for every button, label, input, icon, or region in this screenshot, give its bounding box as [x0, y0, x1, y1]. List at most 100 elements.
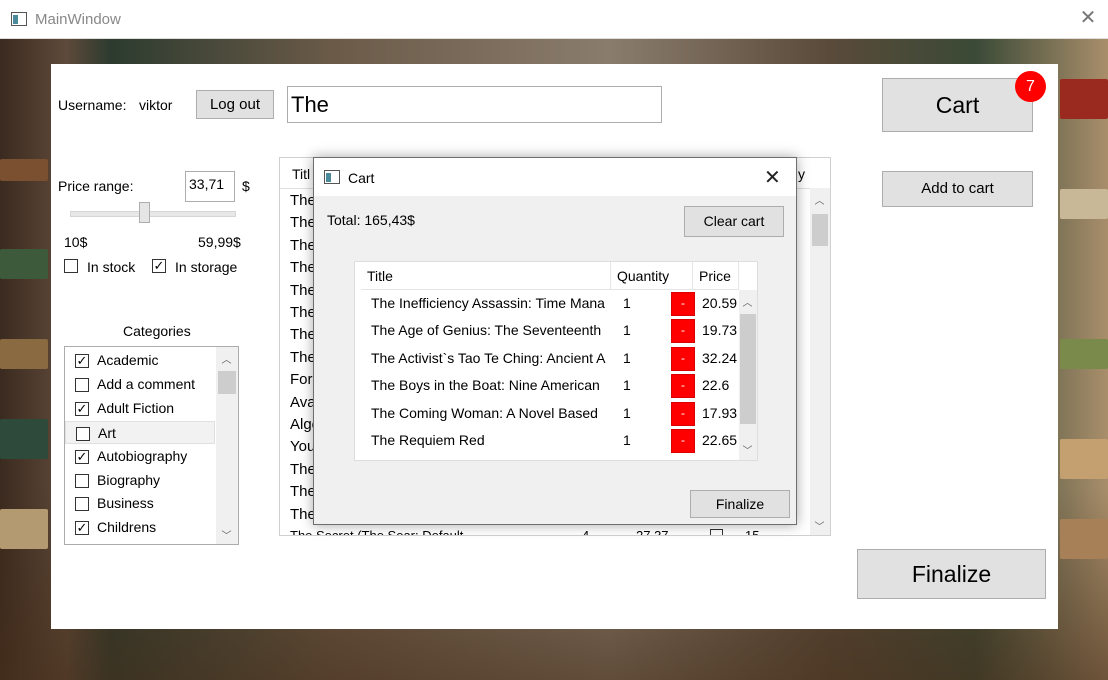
- remove-item-button[interactable]: -: [671, 292, 695, 316]
- books-grid-row[interactable]: The: [290, 192, 316, 209]
- remove-item-button[interactable]: -: [671, 429, 695, 453]
- in-storage-checkbox[interactable]: ✓: [152, 259, 166, 273]
- books-grid-scrollbar[interactable]: ︿ ﹀: [810, 188, 830, 535]
- window-close-icon[interactable]: ✕: [1078, 8, 1098, 28]
- books-grid-row[interactable]: The: [290, 461, 316, 478]
- books-grid-row[interactable]: The: [290, 304, 316, 321]
- cart-row-price: 22.65: [702, 432, 738, 448]
- categories-label: Categories: [123, 323, 191, 339]
- category-item[interactable]: ✓ Academic: [65, 349, 215, 372]
- category-item[interactable]: ✓ Autobiography: [65, 445, 215, 468]
- remove-item-button[interactable]: -: [671, 346, 695, 371]
- remove-item-button[interactable]: -: [671, 374, 695, 399]
- price-input[interactable]: 33,71: [185, 171, 235, 202]
- cart-button[interactable]: Cart: [882, 78, 1033, 132]
- clear-cart-button[interactable]: Clear cart: [684, 206, 784, 237]
- books-grid-row[interactable]: You: [290, 438, 315, 455]
- cart-row-title: The Inefficiency Assassin: Time Mana: [371, 295, 605, 311]
- price-slider-track[interactable]: [70, 211, 236, 217]
- books-grid-row[interactable]: The: [290, 483, 316, 500]
- cart-scroll-up-icon[interactable]: ︿: [739, 294, 756, 309]
- category-checkbox[interactable]: [76, 426, 90, 441]
- books-grid-row[interactable]: Ava: [290, 394, 316, 411]
- cart-scroll-thumb[interactable]: [740, 314, 756, 424]
- partial-row-stock: 15: [745, 528, 760, 536]
- cart-col-quantity[interactable]: Quantity: [611, 262, 693, 290]
- cart-row[interactable]: The Boys in the Boat: Nine American 1 -22.…: [361, 372, 741, 399]
- cart-row-quantity: 1: [623, 349, 631, 366]
- app-icon: [11, 12, 27, 26]
- cart-grid-scrollbar[interactable]: ︿ ﹀: [739, 290, 757, 460]
- cart-row-title: The Coming Woman: A Novel Based: [371, 404, 598, 421]
- category-item[interactable]: Biography: [65, 469, 215, 492]
- books-grid-row[interactable]: The: [290, 326, 316, 343]
- category-label: Business: [97, 495, 154, 512]
- scroll-down-icon[interactable]: ﹀: [218, 527, 235, 542]
- cart-count-badge: 7: [1015, 71, 1046, 102]
- cart-row-title: The Boys in the Boat: Nine American: [371, 377, 600, 394]
- cart-finalize-button[interactable]: Finalize: [690, 490, 790, 518]
- partial-row-checkbox[interactable]: [710, 529, 723, 535]
- cart-row-title: The Activist`s Tao Te Ching: Ancient A: [371, 349, 606, 366]
- cart-total: Total: 165,43$: [327, 212, 415, 228]
- currency-label: $: [242, 178, 250, 194]
- category-checkbox[interactable]: [75, 377, 89, 392]
- cart-row[interactable]: The Activist`s Tao Te Ching: Ancient A 1 -…: [361, 345, 741, 372]
- username-value: viktor: [139, 97, 173, 113]
- cart-row-price: 20.59: [702, 295, 738, 311]
- category-checkbox[interactable]: ✓: [75, 449, 89, 464]
- category-checkbox[interactable]: ✓: [75, 401, 89, 416]
- grid-scroll-up-icon[interactable]: ︿: [811, 192, 828, 207]
- price-range-label: Price range:: [58, 178, 134, 194]
- categories-list[interactable]: ✓ Academic Add a comment ✓ Adult Fiction Art ✓…: [64, 346, 239, 545]
- books-grid-header-last: y: [798, 166, 805, 182]
- category-checkbox[interactable]: [75, 473, 89, 488]
- search-input[interactable]: The: [287, 86, 662, 123]
- category-item[interactable]: Add a comment: [65, 373, 215, 396]
- partial-row-price: 27.37: [636, 528, 669, 536]
- add-to-cart-button[interactable]: Add to cart: [882, 171, 1033, 207]
- cart-col-title[interactable]: Title: [361, 262, 611, 290]
- category-item[interactable]: ✓ Childrens: [65, 516, 215, 539]
- scroll-up-icon[interactable]: ︿: [218, 351, 235, 366]
- category-label: Autobiography: [97, 447, 188, 464]
- cart-col-price[interactable]: Price: [693, 262, 739, 290]
- books-grid-row[interactable]: The: [290, 349, 316, 366]
- cart-dialog-titlebar: Cart ✕: [314, 158, 796, 196]
- cart-row[interactable]: The Age of Genius: The Seventeenth 1 -19.7…: [361, 317, 741, 344]
- price-min-label: 10$: [64, 234, 88, 250]
- category-checkbox[interactable]: ✓: [75, 354, 89, 368]
- remove-item-button[interactable]: -: [671, 319, 695, 344]
- books-grid-row[interactable]: The: [290, 282, 316, 299]
- category-checkbox[interactable]: [75, 497, 89, 512]
- books-grid-partial-row[interactable]: The Secret (The Sear: Default 4 27.37 15: [290, 528, 810, 536]
- books-grid-row[interactable]: The: [290, 237, 316, 254]
- category-label: Childrens: [97, 519, 157, 536]
- title-bar: MainWindow ✕: [0, 0, 1108, 39]
- cart-row[interactable]: The Coming Woman: A Novel Based 1 -17.93: [361, 400, 741, 427]
- category-checkbox[interactable]: ✓: [75, 521, 89, 536]
- grid-scroll-down-icon[interactable]: ﹀: [811, 518, 828, 533]
- books-grid-row[interactable]: The: [290, 214, 316, 231]
- category-item[interactable]: Art: [65, 420, 215, 444]
- cart-dialog-close-icon[interactable]: ✕: [764, 165, 781, 190]
- cart-row[interactable]: The Inefficiency Assassin: Time Mana 1 -20…: [361, 290, 741, 317]
- cart-items-grid[interactable]: Title Quantity Price The Inefficiency As…: [354, 261, 758, 461]
- books-grid-row[interactable]: The: [290, 506, 316, 523]
- books-grid-row[interactable]: The: [290, 259, 316, 276]
- in-stock-checkbox[interactable]: [64, 259, 78, 273]
- cart-row-price: 19.73: [702, 322, 738, 339]
- category-item[interactable]: ✓ Adult Fiction: [65, 397, 215, 420]
- price-slider-thumb[interactable]: [138, 202, 150, 223]
- cart-scroll-down-icon[interactable]: ﹀: [739, 442, 756, 457]
- categories-scrollbar[interactable]: ︿ ﹀: [216, 347, 238, 544]
- logout-button[interactable]: Log out: [196, 90, 274, 119]
- grid-scroll-thumb[interactable]: [812, 214, 828, 246]
- cart-row-price: 22.6: [702, 377, 730, 394]
- finalize-button[interactable]: Finalize: [857, 549, 1046, 599]
- scroll-thumb[interactable]: [218, 371, 236, 394]
- cart-row[interactable]: The Requiem Red 1 -22.65: [361, 427, 741, 454]
- remove-item-button[interactable]: -: [671, 401, 695, 426]
- category-item[interactable]: Business: [65, 492, 215, 515]
- cart-row-quantity: 1: [623, 432, 631, 448]
